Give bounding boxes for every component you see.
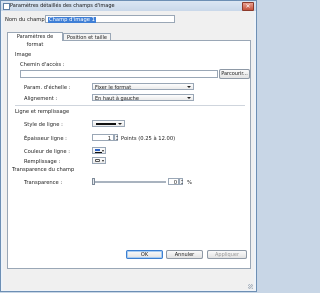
apply-button[interactable]: Appliquer (207, 250, 247, 259)
line-thickness-value: 1 (107, 135, 111, 142)
window-title: Paramètres détaillés des champs d'image (10, 3, 115, 9)
line-section-title: Ligne et remplissage (15, 109, 70, 115)
transparency-label: Transparence : (24, 180, 63, 186)
chevron-down-icon (187, 97, 191, 99)
transparency-slider-track[interactable] (92, 181, 166, 183)
scale-value: Fixer le format (95, 84, 132, 91)
app-icon (3, 3, 10, 10)
fill-color-button[interactable] (92, 157, 106, 164)
transparency-section-title: Transparence du champ (12, 167, 75, 173)
transparency-unit: % (187, 180, 192, 186)
alignment-value: En haut à gauche (95, 95, 139, 102)
path-label: Chemin d'accès : (20, 62, 65, 68)
line-color-label: Couleur de ligne : (24, 149, 70, 155)
spin-up-icon[interactable] (180, 179, 183, 181)
dialog-client: Nom du champ : Champ d'image 1 Paramètre… (3, 11, 254, 290)
scale-label: Param. d'échelle : (24, 85, 71, 91)
section-divider (15, 105, 245, 106)
paint-bucket-icon (95, 159, 100, 162)
cancel-button[interactable]: Annuler (166, 250, 203, 259)
spin-down-icon[interactable] (180, 182, 183, 184)
line-style-select[interactable] (92, 120, 125, 127)
dialog-window: Paramètres détaillés des champs d'image … (0, 0, 257, 292)
field-name-input[interactable]: Champ d'image 1 (45, 15, 175, 23)
chevron-down-icon (118, 123, 122, 125)
transparency-stepper[interactable] (179, 178, 183, 185)
format-tab-panel: Image Chemin d'accès : Parcourir... Para… (7, 40, 251, 269)
fill-label: Remplissage : (24, 159, 61, 165)
title-bar[interactable]: Paramètres détaillés des champs d'image … (1, 1, 256, 11)
line-thickness-stepper[interactable] (114, 134, 118, 141)
scale-select[interactable]: Fixer le format (92, 83, 194, 91)
line-thickness-hint: Points (0.25 à 12.00) (121, 136, 176, 142)
line-thickness-label: Épaisseur ligne : (24, 136, 67, 142)
line-color-swatch (95, 151, 102, 153)
field-name-label: Nom du champ : (5, 17, 49, 23)
path-input[interactable] (20, 70, 218, 78)
ok-button[interactable]: OK (126, 250, 163, 259)
browse-button[interactable]: Parcourir... (219, 69, 250, 79)
field-name-value: Champ d'image 1 (48, 17, 96, 23)
resize-grip[interactable] (248, 284, 253, 289)
alignment-label: Alignement : (24, 96, 58, 102)
line-style-label: Style de ligne : (24, 122, 63, 128)
chevron-down-icon (102, 160, 104, 162)
tab-format-settings[interactable]: Paramètres de format (7, 32, 63, 48)
line-color-button[interactable] (92, 147, 106, 154)
line-style-preview (96, 123, 116, 125)
transparency-slider-thumb[interactable] (92, 178, 95, 185)
chevron-down-icon (102, 150, 104, 152)
alignment-select[interactable]: En haut à gauche (92, 94, 194, 102)
spin-up-icon[interactable] (115, 135, 118, 137)
transparency-input[interactable]: 0 (168, 178, 179, 186)
chevron-down-icon (187, 86, 191, 88)
close-button[interactable]: ✕ (242, 2, 254, 11)
transparency-value: 0 (173, 179, 177, 186)
line-thickness-input[interactable]: 1 (92, 134, 114, 142)
image-section-title: Image (15, 52, 32, 58)
spin-down-icon[interactable] (115, 138, 118, 140)
